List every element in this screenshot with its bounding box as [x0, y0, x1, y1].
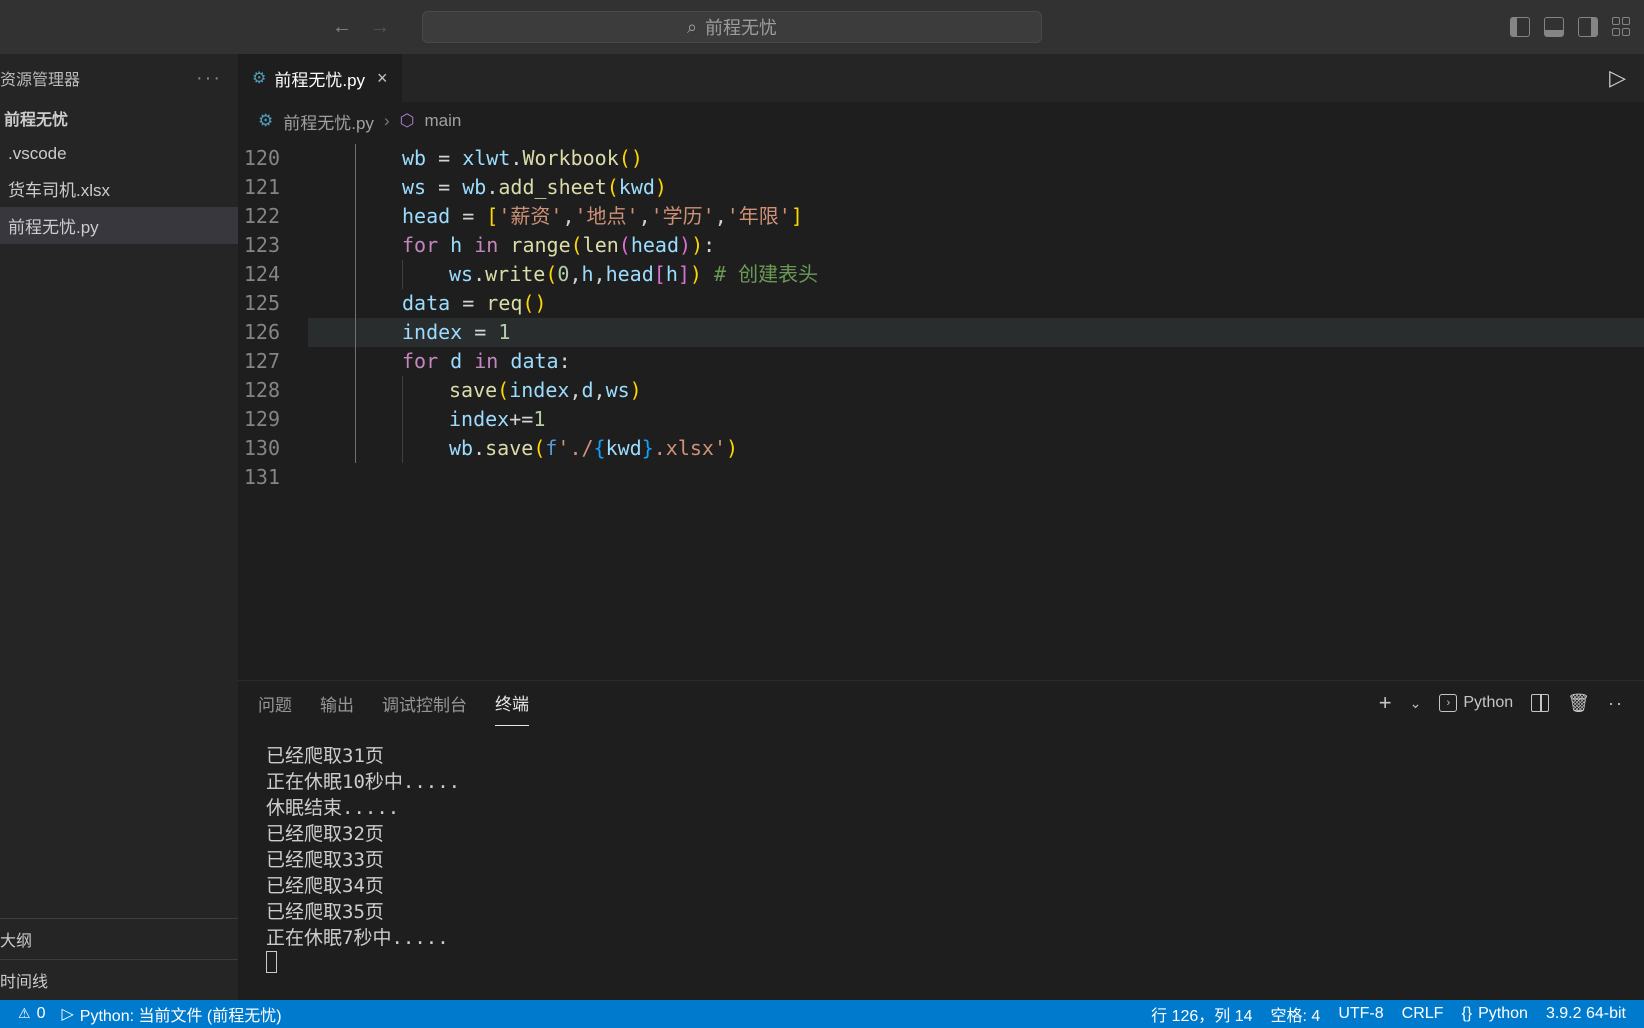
status-bar: 0 ▷Python: 当前文件 (前程无忧) 行 126，列 14 空格: 4 … — [0, 1000, 1644, 1028]
status-problems[interactable]: 0 — [10, 1005, 53, 1023]
python-file-icon: ⚙ — [252, 68, 266, 88]
status-encoding[interactable]: UTF-8 — [1330, 1005, 1391, 1023]
tab-filename: 前程无忧.py — [274, 66, 365, 91]
kill-terminal-icon[interactable]: 🗑 — [1567, 693, 1590, 714]
run-icon[interactable]: ▷ — [1609, 65, 1626, 91]
workspace-folder[interactable]: 前程无忧 — [0, 100, 238, 138]
breadcrumb[interactable]: ⚙ 前程无忧.py › ⬡ main — [238, 102, 1644, 140]
status-cursor-position[interactable]: 行 126，列 14 — [1143, 1002, 1260, 1026]
python-file-icon: ⚙ — [258, 111, 273, 131]
nav-back-icon[interactable]: ← — [332, 16, 352, 39]
status-debug-config[interactable]: ▷Python: 当前文件 (前程无忧) — [53, 1002, 289, 1026]
nav-forward-icon[interactable]: → — [370, 16, 390, 39]
status-interpreter[interactable]: 3.9.2 64-bit — [1538, 1005, 1634, 1023]
toggle-panel-icon[interactable] — [1544, 17, 1564, 37]
warning-icon — [18, 1005, 31, 1023]
search-input[interactable]: ⌕ 前程无忧 — [422, 11, 1042, 43]
split-terminal-icon[interactable] — [1531, 694, 1549, 712]
status-indentation[interactable]: 空格: 4 — [1263, 1002, 1329, 1026]
debug-icon: ▷ — [61, 1004, 73, 1024]
explorer-sidebar: 资源管理器 ··· 前程无忧 .vscode 货车司机.xlsx 前程无忧.py… — [0, 54, 238, 1000]
timeline-section[interactable]: 时间线 — [0, 959, 238, 1000]
status-language[interactable]: {}Python — [1453, 1005, 1536, 1023]
braces-icon: {} — [1461, 1005, 1472, 1023]
search-icon: ⌕ — [687, 17, 697, 38]
search-placeholder: 前程无忧 — [705, 14, 777, 40]
file-item[interactable]: 货车司机.xlsx — [0, 170, 238, 207]
customize-layout-icon[interactable] — [1612, 17, 1632, 37]
panel-tab-problems[interactable]: 问题 — [258, 681, 292, 726]
status-eol[interactable]: CRLF — [1394, 1005, 1452, 1023]
editor-tabs: ⚙ 前程无忧.py × ▷ — [238, 54, 1644, 102]
terminal-output[interactable]: 已经爬取31页 正在休眠10秒中..... 休眠结束..... 已经爬取32页 … — [238, 725, 1644, 1000]
bottom-panel: 问题 输出 调试控制台 终端 + ⌄ › Python 🗑 ·· 已经爬取31页… — [238, 680, 1644, 1000]
chevron-down-icon[interactable]: ⌄ — [1410, 695, 1422, 712]
titlebar: ← → ⌕ 前程无忧 — [0, 0, 1644, 54]
file-item[interactable]: 前程无忧.py — [0, 207, 238, 244]
file-item[interactable]: .vscode — [0, 138, 238, 170]
file-tree: .vscode 货车司机.xlsx 前程无忧.py — [0, 138, 238, 918]
toggle-primary-sidebar-icon[interactable] — [1510, 17, 1530, 37]
chevron-right-icon: › — [384, 111, 390, 131]
breadcrumb-symbol[interactable]: main — [424, 111, 461, 131]
line-numbers: 120121122123124125126127128129130131 — [238, 140, 308, 680]
panel-tab-debug-console[interactable]: 调试控制台 — [382, 681, 467, 726]
close-tab-icon[interactable]: × — [377, 68, 388, 89]
panel-tab-output[interactable]: 输出 — [320, 681, 354, 726]
terminal-icon: › — [1439, 694, 1457, 712]
new-terminal-icon[interactable]: + — [1379, 690, 1392, 716]
code-content[interactable]: wb = xlwt.Workbook()ws = wb.add_sheet(kw… — [308, 140, 1644, 680]
breadcrumb-file[interactable]: 前程无忧.py — [283, 109, 374, 134]
terminal-profile[interactable]: › Python — [1439, 694, 1513, 712]
panel-more-icon[interactable]: ·· — [1608, 693, 1624, 714]
toggle-secondary-sidebar-icon[interactable] — [1578, 17, 1598, 37]
symbol-method-icon: ⬡ — [400, 111, 415, 131]
code-editor[interactable]: 120121122123124125126127128129130131 wb … — [238, 140, 1644, 680]
panel-tab-terminal[interactable]: 终端 — [495, 680, 529, 726]
outline-section[interactable]: 大纲 — [0, 918, 238, 959]
editor-tab[interactable]: ⚙ 前程无忧.py × — [238, 54, 403, 102]
explorer-more-icon[interactable]: ··· — [196, 67, 222, 90]
explorer-title: 资源管理器 — [0, 66, 80, 90]
